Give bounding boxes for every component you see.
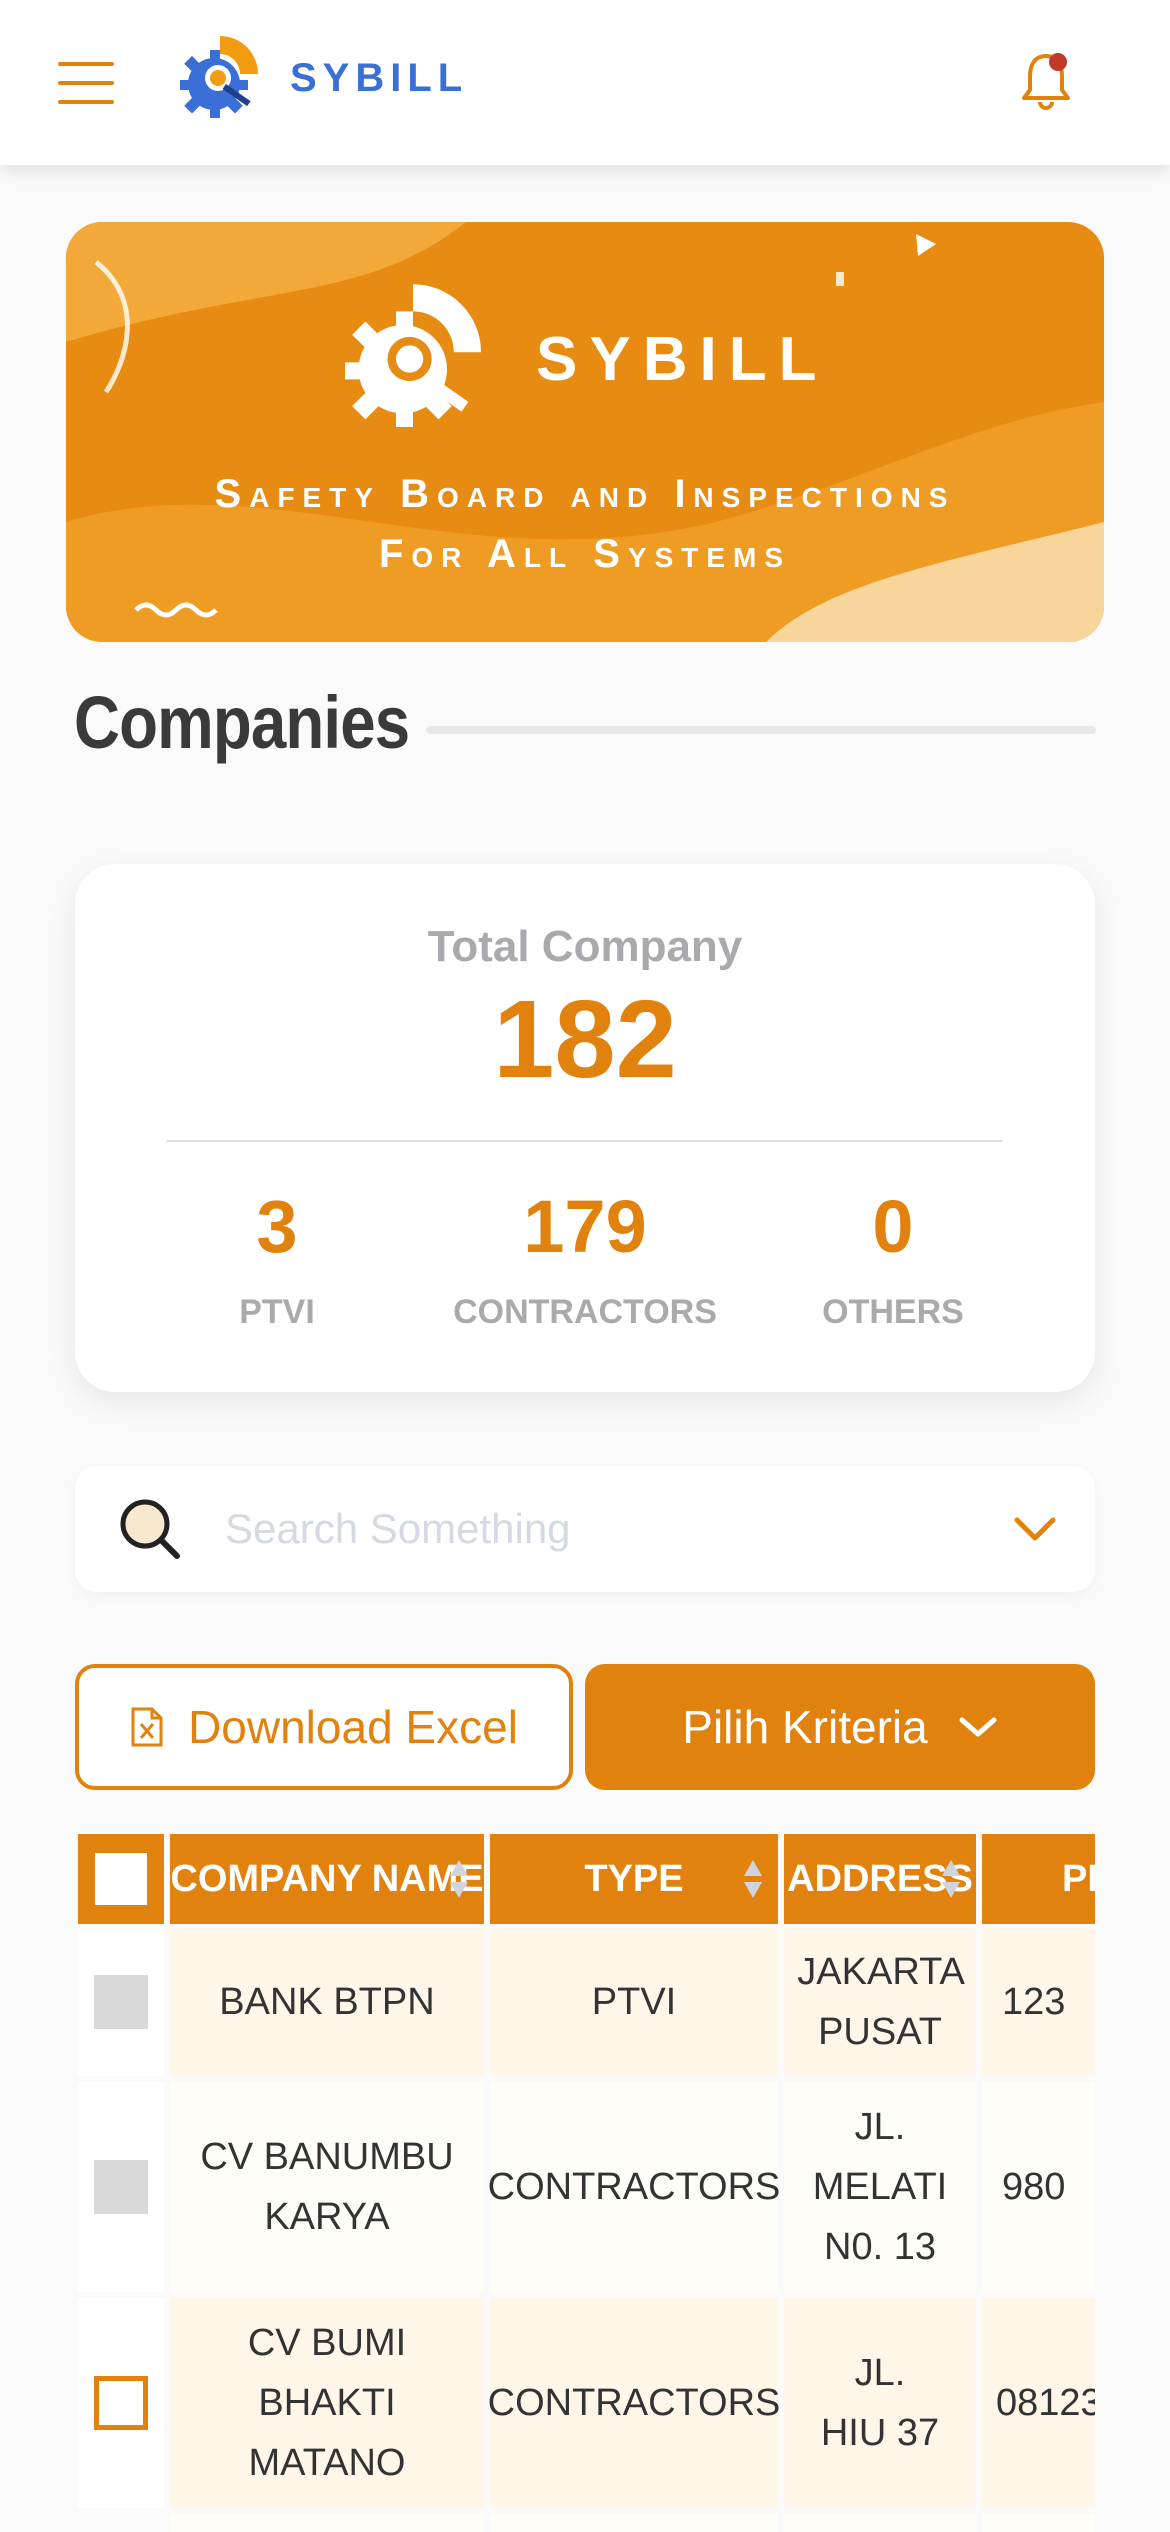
cell-company-name: BANK BTPN bbox=[170, 1928, 484, 2076]
select-all-cell bbox=[78, 1834, 164, 1924]
bell-icon[interactable] bbox=[1018, 48, 1074, 112]
search-input[interactable] bbox=[225, 1494, 945, 1564]
cell-phone: 980 bbox=[982, 2082, 1095, 2292]
banner-title: SYBILL bbox=[536, 325, 829, 394]
search-bar[interactable] bbox=[75, 1466, 1095, 1592]
stat-value: 0 bbox=[872, 1185, 914, 1268]
brand-name: SYBILL bbox=[290, 55, 469, 100]
cell-phone: 08123 bbox=[982, 2298, 1095, 2508]
company-stats-card: Total Company 182 3 PTVI 179 CONTRACTORS… bbox=[75, 864, 1095, 1392]
row-select-cell bbox=[78, 2082, 164, 2292]
table-row-partial bbox=[170, 2514, 484, 2532]
cell-type: PTVI bbox=[490, 1928, 778, 2076]
cell-company-name: CV BUMI BHAKTI MATANO bbox=[170, 2298, 484, 2508]
top-app-bar: SYBILL bbox=[0, 0, 1170, 165]
search-icon bbox=[120, 1499, 180, 1559]
cell-type: CONTRACTORS bbox=[488, 2298, 780, 2508]
stat-value: 179 bbox=[523, 1185, 647, 1268]
stat-ptvi: 3 PTVI bbox=[127, 1184, 427, 1332]
column-header-type[interactable]: TYPE bbox=[490, 1834, 778, 1924]
sort-icon[interactable] bbox=[448, 1854, 470, 1904]
companies-table: COMPANY NAME TYPE ADDRESS PHONE BANK BTP… bbox=[75, 1832, 1095, 2532]
stat-others: 0 OTHERS bbox=[743, 1184, 1043, 1332]
column-header-label: TYPE bbox=[584, 1858, 684, 1900]
total-company-value: 182 bbox=[493, 978, 677, 1101]
sort-icon[interactable] bbox=[940, 1854, 962, 1904]
column-header-phone[interactable]: PHONE bbox=[982, 1834, 1095, 1924]
page-title: Companies bbox=[74, 681, 410, 764]
column-header-label: COMPANY NAME bbox=[170, 1858, 484, 1900]
banner-background bbox=[66, 222, 1104, 642]
stat-label: OTHERS bbox=[822, 1293, 964, 1331]
banner-subtitle-line2: For All Systems bbox=[378, 532, 792, 576]
row-select-cell bbox=[78, 1928, 164, 2076]
pilih-kriteria-button[interactable]: Pilih Kriteria bbox=[585, 1664, 1095, 1790]
row-checkbox[interactable] bbox=[94, 1975, 148, 2029]
column-header-label: PHONE bbox=[1062, 1858, 1095, 1900]
sort-icon[interactable] bbox=[742, 1854, 764, 1904]
banner-gear-icon bbox=[345, 284, 481, 427]
stat-contractors: 179 CONTRACTORS bbox=[435, 1184, 735, 1332]
card-divider bbox=[167, 1140, 1003, 1142]
cell-company-name: CV BANUMBU KARYA bbox=[170, 2082, 484, 2292]
cell-type: CONTRACTORS bbox=[488, 2082, 780, 2292]
excel-file-icon bbox=[131, 1707, 163, 1747]
row-select-cell bbox=[78, 2298, 164, 2508]
gear-logo-icon bbox=[180, 36, 258, 118]
row-checkbox[interactable] bbox=[94, 2376, 148, 2430]
table-row-partial bbox=[784, 2514, 976, 2532]
column-header-company-name[interactable]: COMPANY NAME bbox=[170, 1834, 484, 1924]
chevron-down-icon bbox=[959, 1717, 997, 1737]
stat-label: CONTRACTORS bbox=[453, 1293, 717, 1331]
app-logo[interactable]: SYBILL bbox=[170, 28, 468, 128]
hamburger-menu-icon[interactable] bbox=[58, 62, 114, 104]
table-row-partial bbox=[490, 2514, 778, 2532]
stat-value: 3 bbox=[256, 1185, 298, 1268]
cell-address: JL. MELATI N0. 13 bbox=[784, 2082, 976, 2292]
row-checkbox[interactable] bbox=[94, 2160, 148, 2214]
pilih-kriteria-label: Pilih Kriteria bbox=[682, 1701, 928, 1753]
download-excel-label: Download Excel bbox=[188, 1701, 518, 1753]
column-header-address[interactable]: ADDRESS bbox=[784, 1834, 976, 1924]
hero-banner: SYBILL Safety Board and Inspections For … bbox=[66, 222, 1104, 642]
total-company-label: Total Company bbox=[427, 922, 743, 971]
banner-subtitle-line1: Safety Board and Inspections bbox=[214, 472, 956, 516]
cell-address: JL. HIU 37 bbox=[784, 2298, 976, 2508]
chevron-down-icon[interactable] bbox=[1013, 1512, 1057, 1546]
download-excel-button[interactable]: Download Excel bbox=[75, 1664, 573, 1790]
table-row-partial bbox=[982, 2514, 1095, 2532]
notification-dot bbox=[1049, 53, 1067, 71]
cell-address: JAKARTA PUSAT bbox=[784, 1928, 976, 2076]
title-divider bbox=[426, 726, 1096, 734]
stat-label: PTVI bbox=[239, 1293, 315, 1331]
select-all-checkbox[interactable] bbox=[95, 1853, 147, 1905]
cell-phone: 123 bbox=[982, 1928, 1095, 2076]
